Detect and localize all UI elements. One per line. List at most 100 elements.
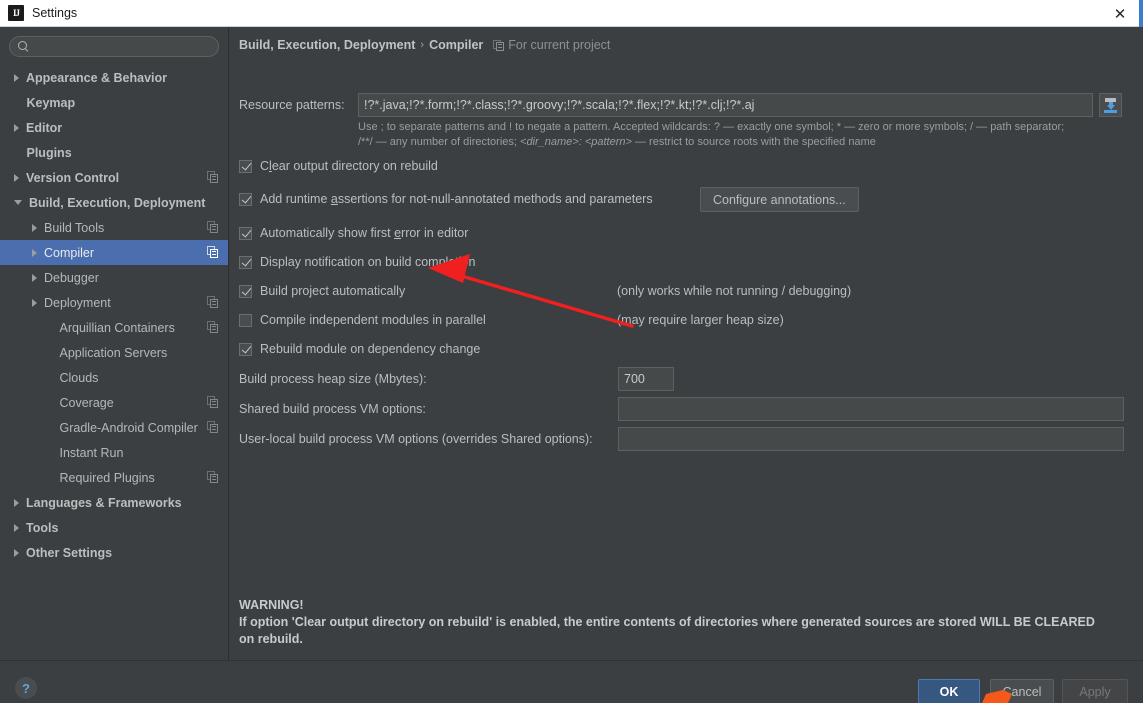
sidebar-item-arquillian-containers[interactable]: Arquillian Containers [0,315,228,340]
checkbox-label-pre: Display notification on build completion [260,255,475,269]
sidebar-item-application-servers[interactable]: Application Servers [0,340,228,365]
checkbox-label-pre: Automatically show first [260,226,394,240]
checkbox-add-runtime-assertions-for-not-null-anno[interactable]: Add runtime assertions for not-null-anno… [239,192,653,206]
sidebar-item-label: Tools [26,521,58,535]
hint-line-1: Use ; to separate patterns and ! to nega… [358,121,1064,133]
sidebar-item-label: Build Tools [44,221,104,235]
settings-dialog: IJ Settings ✕ Appearance & BehaviorKeyma… [0,0,1143,703]
search-input[interactable] [30,39,218,55]
checkbox-checked-icon[interactable] [239,285,252,298]
sidebar-item-instant-run[interactable]: Instant Run [0,440,228,465]
checkbox-checked-icon[interactable] [239,343,252,356]
copy-settings-icon [207,221,218,233]
sidebar-item-label: Other Settings [26,546,112,560]
cancel-button[interactable]: Cancel [990,679,1054,703]
sidebar-item-label: Instant Run [60,446,124,460]
checkbox-checked-icon[interactable] [239,193,252,206]
sidebar-item-label: Required Plugins [60,471,155,485]
settings-sidebar: Appearance & BehaviorKeymap Editor Plugins… [0,27,229,660]
checkbox-label-post: ssertions for not-null-annotated methods… [338,192,653,206]
checkbox-label-pre: Compile independent modules in parallel [260,313,486,327]
hint-line-2-em: <dir_name>: <pattern> [520,136,632,148]
copy-settings-icon [207,421,218,433]
checkbox-unchecked-icon[interactable] [239,314,252,327]
userlocal-vm-options-input[interactable] [618,427,1124,451]
checkbox-display-notification-on-build-completion[interactable]: Display notification on build completion [239,255,475,269]
sidebar-item-clouds[interactable]: Clouds [0,365,228,390]
sidebar-item-languages-frameworks[interactable]: Languages & Frameworks [0,490,228,515]
sidebar-item-version-control[interactable]: Version Control [0,165,228,190]
resource-patterns-input[interactable] [358,93,1093,117]
checkbox-checked-icon[interactable] [239,160,252,173]
breadcrumb-current: Compiler [429,38,483,52]
hint-line-2-a: /**/ — any number of directories; [358,136,520,148]
title-bar: IJ Settings ✕ [0,0,1143,27]
configure-annotations-button[interactable]: Configure annotations... [700,187,859,212]
checkbox-label-pre: Build project automatically [260,284,405,298]
search-box[interactable] [9,36,219,57]
sidebar-item-appearance-behavior[interactable]: Appearance & Behavior [0,65,228,90]
shared-vm-options-input[interactable] [618,397,1124,421]
close-icon[interactable]: ✕ [1097,0,1143,27]
dialog-footer: ? OK Cancel Apply [0,660,1143,703]
breadcrumb: Build, Execution, Deployment › Compiler … [239,38,610,52]
warning-line-2: on rebuild. [239,632,303,646]
sidebar-item-label: Gradle-Android Compiler [60,421,198,435]
checkbox-clear-output-directory-on-rebuild[interactable]: Clear output directory on rebuild [239,159,438,173]
resource-patterns-hint: Use ; to separate patterns and ! to nega… [358,120,1128,150]
checkbox-build-project-automatically[interactable]: Build project automatically [239,284,405,298]
sidebar-item-label: Debugger [44,271,99,285]
warning-text: WARNING! If option 'Clear output directo… [239,597,1139,648]
checkbox-checked-icon[interactable] [239,256,252,269]
twisty-collapsed-icon[interactable] [32,249,37,257]
sidebar-item-label: Build, Execution, Deployment [29,196,205,210]
sidebar-item-editor[interactable]: Editor [0,115,228,140]
import-into-field-button[interactable] [1099,93,1122,117]
sidebar-item-gradle-android-compiler[interactable]: Gradle-Android Compiler [0,415,228,440]
twisty-collapsed-icon[interactable] [14,174,19,182]
copy-settings-icon [207,296,218,308]
checkbox-label-post: rror in editor [401,226,468,240]
breadcrumb-parent[interactable]: Build, Execution, Deployment [239,38,415,52]
checkbox-compile-independent-modules-in-parallel[interactable]: Compile independent modules in parallel [239,313,486,327]
sidebar-item-debugger[interactable]: Debugger [0,265,228,290]
twisty-collapsed-icon[interactable] [14,524,19,532]
twisty-collapsed-icon[interactable] [32,274,37,282]
twisty-expanded-icon[interactable] [14,200,22,205]
sidebar-item-deployment[interactable]: Deployment [0,290,228,315]
sidebar-item-plugins[interactable]: Plugins [0,140,228,165]
sidebar-item-label: Plugins [27,146,72,160]
sidebar-item-label: Editor [26,121,62,135]
sidebar-item-compiler[interactable]: Compiler [0,240,228,265]
sidebar-item-build-execution-deployment[interactable]: Build, Execution, Deployment [0,190,228,215]
checkbox-rebuild-module-on-dependency-change[interactable]: Rebuild module on dependency change [239,342,480,356]
ok-button[interactable]: OK [918,679,980,703]
hint-line-2-b: — restrict to source roots with the spec… [632,136,876,148]
sidebar-item-coverage[interactable]: Coverage [0,390,228,415]
checkbox-checked-icon[interactable] [239,227,252,240]
copy-settings-icon [207,471,218,483]
twisty-collapsed-icon[interactable] [14,499,19,507]
heap-size-input[interactable] [618,367,674,391]
settings-tree: Appearance & BehaviorKeymap Editor Plugins… [0,65,228,660]
sidebar-item-label: Coverage [60,396,114,410]
checkbox-label: Clear output directory on rebuild [260,159,438,173]
titlebar-accent [1139,0,1143,27]
checkbox-label: Automatically show first error in editor [260,226,468,240]
twisty-collapsed-icon[interactable] [14,74,19,82]
twisty-collapsed-icon[interactable] [32,224,37,232]
sidebar-item-build-tools[interactable]: Build Tools [0,215,228,240]
sidebar-item-required-plugins[interactable]: Required Plugins [0,465,228,490]
question-mark-icon[interactable]: ? [15,677,37,699]
resource-patterns-label: Resource patterns: [239,98,345,112]
twisty-collapsed-icon[interactable] [14,124,19,132]
twisty-collapsed-icon[interactable] [32,299,37,307]
twisty-collapsed-icon[interactable] [14,549,19,557]
copy-settings-icon [207,396,218,408]
sidebar-item-other-settings[interactable]: Other Settings [0,540,228,565]
apply-button[interactable]: Apply [1062,679,1128,703]
sidebar-item-keymap[interactable]: Keymap [0,90,228,115]
sidebar-item-tools[interactable]: Tools [0,515,228,540]
checkbox-automatically-show-first-error-in-editor[interactable]: Automatically show first error in editor [239,226,468,240]
userlocal-vm-options-label: User-local build process VM options (ove… [239,432,593,446]
